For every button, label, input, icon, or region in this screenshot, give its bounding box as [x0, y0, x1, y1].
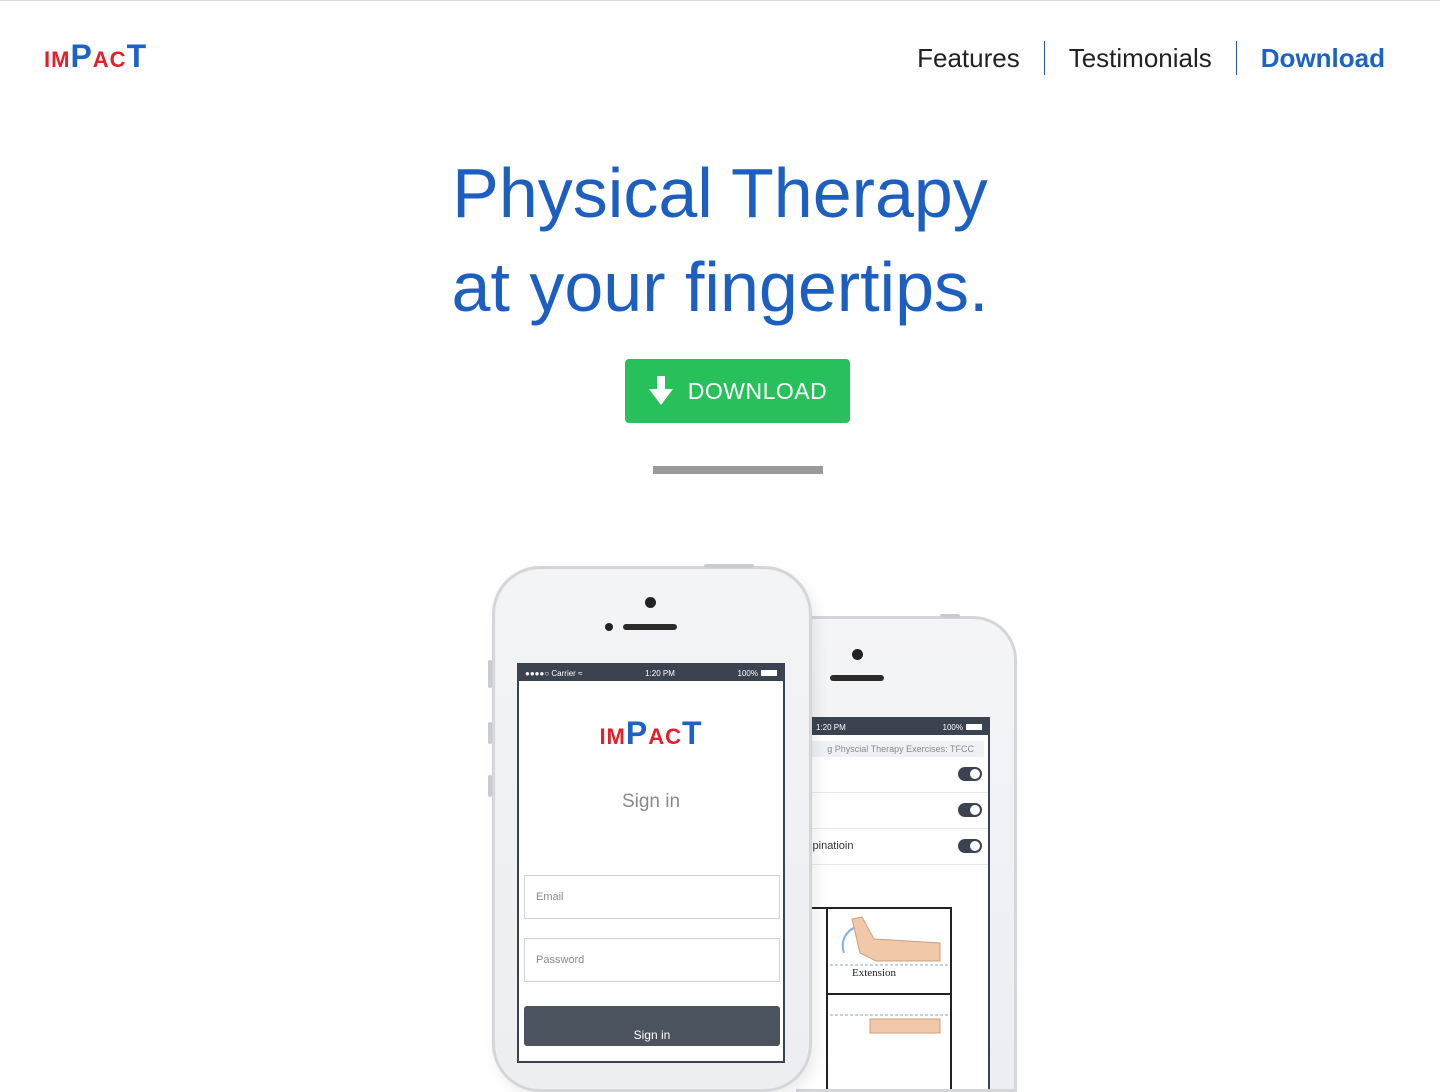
exercise-toggle[interactable]	[958, 767, 982, 781]
status-bar: ●●●●○ Carrier ≈ 1:20 PM 100%	[519, 665, 783, 681]
email-field[interactable]: Email	[524, 875, 780, 919]
exercise-row[interactable]	[796, 793, 988, 829]
phone-mute-switch	[488, 660, 492, 688]
phone-volume-up	[488, 722, 492, 744]
logo-part-ac: AC	[648, 724, 683, 749]
exercise-image-grid: Extension	[796, 907, 952, 1089]
status-carrier: ●●●●○ Carrier ≈	[525, 668, 583, 678]
grid-line	[826, 909, 828, 1089]
wrist-flexion-illustration	[830, 1014, 948, 1034]
exercise-search-bar[interactable]: g Physcial Therapy Exercises: TFCC	[796, 741, 984, 757]
nav-features[interactable]: Features	[893, 40, 1044, 76]
hero-divider	[653, 466, 823, 474]
logo-part-p: P	[70, 38, 93, 74]
signin-title: Sign in	[621, 791, 681, 812]
password-field[interactable]: Password	[524, 938, 780, 982]
wrist-extension-illustration	[830, 916, 948, 966]
nav-testimonials[interactable]: Testimonials	[1045, 40, 1236, 76]
status-time: 1:20 PM	[645, 668, 675, 678]
download-arrow-icon	[648, 376, 673, 405]
phone-speaker	[623, 624, 677, 630]
phone-speaker	[830, 675, 884, 681]
top-border	[0, 0, 1440, 1]
image-label-extension: Extension	[852, 967, 896, 979]
phone-volume-down	[488, 775, 492, 797]
logo-part-im: IM	[599, 724, 626, 749]
impact-logo[interactable]: IM P AC T	[44, 40, 147, 72]
exercise-row[interactable]	[796, 757, 988, 793]
phone-power-button	[704, 564, 754, 568]
logo-part-ac: AC	[92, 47, 127, 72]
nav-download[interactable]: Download	[1237, 40, 1385, 76]
app-logo: IMPACT	[519, 717, 783, 749]
signin-button[interactable]: Sign in	[524, 1006, 780, 1046]
status-battery: 100%	[738, 669, 777, 678]
status-battery: 100%	[943, 723, 982, 732]
hero-title-line2: at your fingertips.	[451, 248, 989, 326]
logo-part-im: IM	[44, 47, 71, 72]
hero-title: Physical Therapy at your fingertips.	[0, 146, 1440, 334]
status-bar: 1:20 PM 100%	[796, 719, 988, 735]
download-button-label: DOWNLOAD	[687, 377, 828, 404]
logo-part-t: T	[682, 715, 703, 751]
phone-camera	[852, 649, 863, 660]
exercise-toggle[interactable]	[958, 803, 982, 817]
phone-screen-exercises: 1:20 PM 100% g Physcial Therapy Exercise…	[796, 717, 990, 1089]
download-button[interactable]: DOWNLOAD	[625, 359, 850, 423]
phone-mockup-back: 1:20 PM 100% g Physcial Therapy Exercise…	[796, 616, 1017, 1092]
phone-mockup-front: ●●●●○ Carrier ≈ 1:20 PM 100% IMPACT Sign…	[492, 566, 812, 1092]
battery-icon	[760, 670, 777, 677]
hero-title-line1: Physical Therapy	[452, 154, 988, 232]
phone-camera	[645, 597, 656, 608]
logo-part-p: P	[625, 715, 649, 751]
phone-sensor	[605, 623, 613, 631]
status-time: 1:20 PM	[816, 722, 846, 732]
phone-screen-signin: ●●●●○ Carrier ≈ 1:20 PM 100% IMPACT Sign…	[517, 663, 785, 1063]
main-nav: Features Testimonials Download	[893, 40, 1385, 76]
grid-line	[826, 993, 952, 995]
exercise-row[interactable]: /Supinatioin	[796, 829, 988, 865]
logo-part-t: T	[126, 38, 148, 74]
phone-power-button	[940, 614, 960, 618]
exercise-toggle[interactable]	[958, 839, 982, 853]
battery-icon	[966, 724, 982, 731]
